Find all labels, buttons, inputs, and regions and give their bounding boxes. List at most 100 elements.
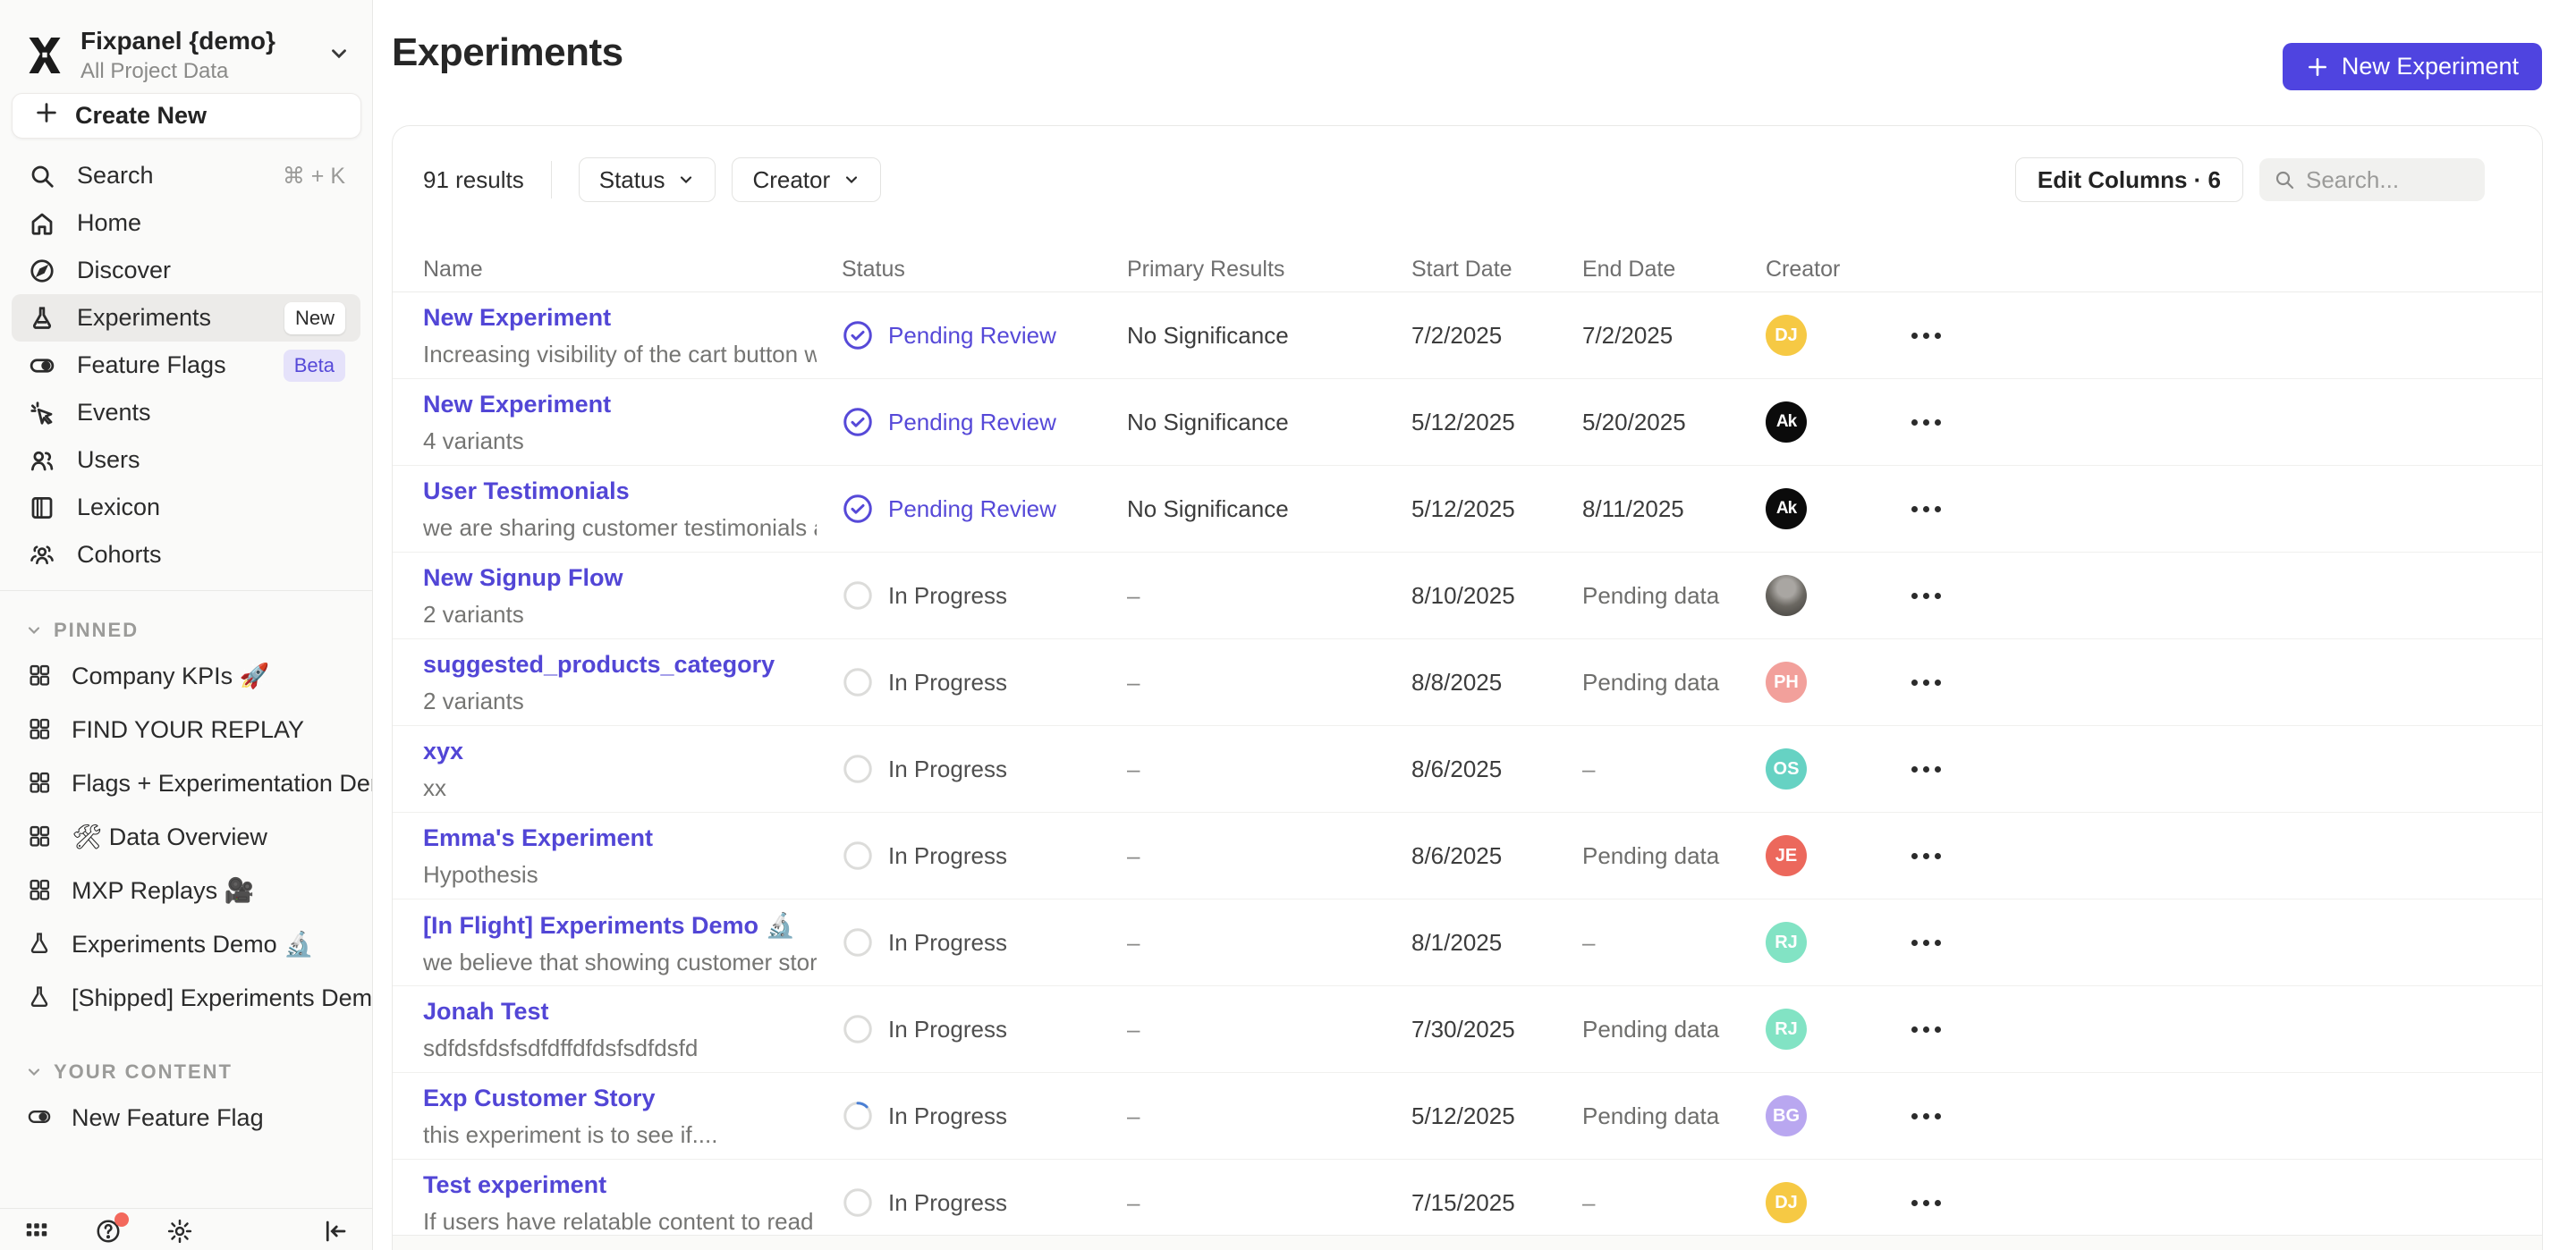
column-header-primary-results[interactable]: Primary Results: [1127, 257, 1284, 283]
row-actions-button[interactable]: [1902, 1160, 1950, 1246]
sidebar-item-users[interactable]: Users: [12, 436, 360, 484]
chevron-down-icon: [25, 1063, 43, 1081]
status-cell: In Progress: [842, 986, 1007, 1072]
sidebar-item-cohorts[interactable]: Cohorts: [12, 531, 360, 579]
row-actions-button[interactable]: [1902, 813, 1950, 899]
progress-circle-icon: [842, 1013, 874, 1045]
cohorts-icon: [27, 540, 57, 570]
create-new-button[interactable]: Create New: [12, 93, 361, 139]
experiment-link[interactable]: New Experiment: [423, 304, 611, 331]
experiment-link[interactable]: New Experiment: [423, 391, 611, 418]
book-icon: [27, 493, 57, 523]
experiment-link[interactable]: xyx: [423, 738, 463, 764]
sidebar-item-feature-flags[interactable]: Feature Flags Beta: [12, 342, 360, 389]
sidebar-nav: Search ⌘ + K Home Discover Experiments N…: [0, 152, 372, 579]
experiment-link[interactable]: Exp Customer Story: [423, 1085, 656, 1111]
help-icon[interactable]: [95, 1218, 122, 1245]
column-header-creator[interactable]: Creator: [1766, 257, 1840, 283]
end-date-cell: Pending data: [1582, 1073, 1719, 1159]
experiment-link[interactable]: Emma's Experiment: [423, 824, 653, 851]
workspace-switcher[interactable]: Fixpanel {demo} All Project Data: [0, 0, 372, 84]
status-cell: Pending Review: [842, 379, 1056, 465]
experiments-page: Fixpanel {demo} All Project Data Create …: [0, 0, 2576, 1250]
experiment-description: 4 variants: [423, 427, 611, 455]
pinned-section-header[interactable]: PINNED: [0, 612, 372, 649]
apps-grid-icon[interactable]: [23, 1218, 50, 1245]
pinned-item-company-kpis[interactable]: Company KPIs 🚀: [0, 649, 372, 703]
start-date-cell: 7/15/2025: [1411, 1160, 1515, 1246]
experiment-description: xx: [423, 774, 463, 802]
progress-circle-icon: [842, 840, 874, 872]
creator-avatar-photo: [1766, 575, 1807, 616]
column-header-end-date[interactable]: End Date: [1582, 257, 1675, 283]
chevron-down-icon: [843, 171, 860, 189]
gear-icon[interactable]: [166, 1218, 193, 1245]
table-header: Name Status Primary Results Start Date E…: [393, 242, 2542, 292]
creator-avatar: PH: [1766, 662, 1807, 703]
experiment-link[interactable]: suggested_products_category: [423, 651, 775, 678]
creator-avatar: JE: [1766, 835, 1807, 876]
sidebar-item-lexicon[interactable]: Lexicon: [12, 484, 360, 531]
experiment-description: 2 variants: [423, 688, 775, 715]
start-date-cell: 5/12/2025: [1411, 379, 1515, 465]
row-actions-button[interactable]: [1902, 379, 1950, 465]
your-content-item-new-feature-flag[interactable]: New Feature Flag: [0, 1091, 372, 1144]
experiment-link[interactable]: New Signup Flow: [423, 564, 623, 591]
creator-avatar: DJ: [1766, 1182, 1807, 1223]
experiment-link[interactable]: Jonah Test: [423, 998, 549, 1025]
create-new-label: Create New: [75, 102, 207, 130]
fixpanel-logo-icon: [25, 34, 64, 77]
progress-circle-icon: [842, 579, 874, 612]
status-cell: In Progress: [842, 1160, 1007, 1246]
your-content-section-header[interactable]: YOUR CONTENT: [0, 1053, 372, 1091]
table-row: suggested_products_category 2 variants I…: [393, 639, 2542, 726]
experiment-link[interactable]: User Testimonials: [423, 477, 630, 504]
table-row: Exp Customer Story this experiment is to…: [393, 1073, 2542, 1160]
pinned-item-experiments-demo[interactable]: Experiments Demo 🔬: [0, 917, 372, 971]
start-date-cell: 8/1/2025: [1411, 899, 1502, 985]
new-experiment-button[interactable]: New Experiment: [2283, 43, 2542, 90]
start-date-cell: 5/12/2025: [1411, 466, 1515, 552]
column-header-status[interactable]: Status: [842, 257, 905, 283]
sidebar-item-experiments[interactable]: Experiments New: [12, 294, 360, 342]
creator-filter-button[interactable]: Creator: [732, 157, 881, 202]
pinned-item-flags-experimentation-demo[interactable]: Flags + Experimentation Demo ,: [0, 756, 372, 810]
start-date-cell: 7/2/2025: [1411, 292, 1502, 378]
row-actions-button[interactable]: [1902, 466, 1950, 552]
experiment-link[interactable]: [In Flight] Experiments Demo 🔬: [423, 912, 795, 939]
row-actions-button[interactable]: [1902, 899, 1950, 985]
sidebar-item-discover[interactable]: Discover: [12, 247, 360, 294]
toggle-icon: [27, 1104, 54, 1131]
main-content: Experiments New Experiment 91 results St…: [374, 0, 2576, 1250]
pinned-item-shipped-experiments-demo[interactable]: [Shipped] Experiments Demo 🖊: [0, 971, 372, 1025]
row-actions-button[interactable]: [1902, 726, 1950, 812]
row-actions-button[interactable]: [1902, 986, 1950, 1072]
pinned-item-data-overview[interactable]: 🛠 Data Overview: [0, 810, 372, 864]
search-input[interactable]: [2306, 166, 2470, 194]
end-date-cell: –: [1582, 1160, 1595, 1246]
end-date-cell: –: [1582, 899, 1595, 985]
table-body: New Experiment Increasing visibility of …: [393, 292, 2542, 1246]
table-row: [In Flight] Experiments Demo 🔬 we believ…: [393, 899, 2542, 986]
row-actions-button[interactable]: [1902, 639, 1950, 725]
row-actions-button[interactable]: [1902, 1073, 1950, 1159]
board-icon: [27, 716, 54, 743]
sidebar-item-events[interactable]: Events: [12, 389, 360, 436]
status-cell: In Progress: [842, 899, 1007, 985]
pinned-item-find-your-replay[interactable]: FIND YOUR REPLAY: [0, 703, 372, 756]
sidebar-item-search[interactable]: Search ⌘ + K: [12, 152, 360, 199]
column-header-name[interactable]: Name: [423, 257, 483, 283]
start-date-cell: 8/8/2025: [1411, 639, 1502, 725]
column-header-start-date[interactable]: Start Date: [1411, 257, 1513, 283]
pinned-item-mxp-replays[interactable]: MXP Replays 🎥: [0, 864, 372, 917]
collapse-sidebar-icon[interactable]: [322, 1218, 349, 1245]
check-circle-icon: [842, 406, 874, 438]
edit-columns-button[interactable]: Edit Columns · 6: [2015, 157, 2243, 202]
row-actions-button[interactable]: [1902, 553, 1950, 638]
row-actions-button[interactable]: [1902, 292, 1950, 378]
search-shortcut: ⌘ + K: [283, 163, 345, 190]
status-filter-button[interactable]: Status: [579, 157, 716, 202]
experiment-link[interactable]: Test experiment: [423, 1171, 606, 1198]
primary-results-cell: –: [1127, 813, 1140, 899]
sidebar-item-home[interactable]: Home: [12, 199, 360, 247]
